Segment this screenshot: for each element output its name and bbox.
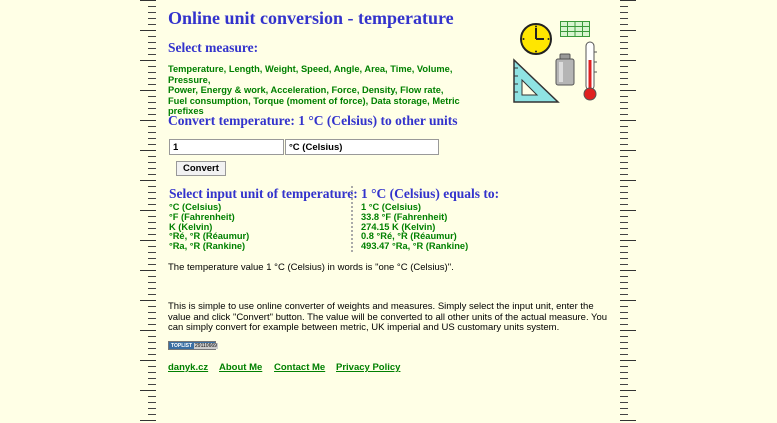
- footer-link-contact[interactable]: Contact Me: [274, 362, 325, 373]
- ruler-major-tick: [620, 60, 636, 61]
- ruler-major-tick: [620, 180, 636, 181]
- ruler-major-tick: [140, 420, 156, 421]
- ruler-major-tick: [620, 240, 636, 241]
- input-unit-rankine[interactable]: °Ra, °R (Rankine): [169, 241, 249, 252]
- link-volume[interactable]: Volume: [417, 64, 450, 74]
- link-speed[interactable]: Speed: [301, 64, 329, 74]
- result-rankine: 493.47 °Ra, °R (Rankine): [361, 241, 469, 252]
- ruler-major-tick: [620, 270, 636, 271]
- measure-links: Temperature, Length, Weight, Speed, Angl…: [168, 64, 488, 117]
- link-energy-work[interactable]: Energy & work: [201, 85, 266, 95]
- link-data-storage[interactable]: Data storage: [371, 96, 427, 106]
- ruler-major-tick: [620, 390, 636, 391]
- ruler-major-tick: [140, 240, 156, 241]
- ruler-major-tick: [140, 210, 156, 211]
- link-power[interactable]: Power: [168, 85, 195, 95]
- ruler-major-tick: [140, 270, 156, 271]
- footer-link-home[interactable]: danyk.cz: [168, 362, 208, 373]
- measure-line-1: Temperature, Length, Weight, Speed, Angl…: [168, 64, 453, 85]
- measure-line-2: Power, Energy & work, Acceleration, Forc…: [168, 85, 444, 95]
- convert-heading: Convert temperature: 1 °C (Celsius) to o…: [168, 113, 458, 128]
- link-length[interactable]: Length: [229, 64, 260, 74]
- ruler-major-tick: [140, 30, 156, 31]
- column-divider: [351, 186, 353, 252]
- footer-link-privacy[interactable]: Privacy Policy: [336, 362, 400, 373]
- input-unit-heading: Select input unit of temperature:: [169, 186, 358, 201]
- result-list: 1 °C (Celsius) 33.8 °F (Fahrenheit) 274.…: [361, 202, 469, 252]
- ruler-major-tick: [140, 180, 156, 181]
- value-input[interactable]: [169, 139, 284, 155]
- results-heading: 1 °C (Celsius) equals to:: [361, 186, 500, 201]
- unit-input[interactable]: [285, 139, 439, 155]
- ruler-major-tick: [140, 300, 156, 301]
- ruler-major-tick: [620, 360, 636, 361]
- ruler-major-tick: [140, 90, 156, 91]
- toplist-count: 29110669: [194, 343, 218, 349]
- ruler-major-tick: [620, 120, 636, 121]
- page-title: Online unit conversion - temperature: [168, 8, 454, 28]
- link-weight[interactable]: Weight: [265, 64, 296, 74]
- ruler-major-tick: [620, 300, 636, 301]
- ruler-major-tick: [620, 330, 636, 331]
- link-acceleration[interactable]: Acceleration: [271, 85, 327, 95]
- ruler-major-tick: [620, 420, 636, 421]
- right-ruler: [620, 0, 636, 423]
- ruler-major-tick: [140, 60, 156, 61]
- input-unit-list: °C (Celsius) °F (Fahrenheit) K (Kelvin) …: [169, 202, 249, 252]
- ruler-major-tick: [620, 210, 636, 211]
- link-fuel-consumption[interactable]: Fuel consumption: [168, 96, 248, 106]
- thermometer-icon: [583, 41, 597, 101]
- link-force[interactable]: Force: [331, 85, 356, 95]
- link-area[interactable]: Area: [364, 64, 385, 74]
- clock-icon: [520, 23, 552, 55]
- footer-link-about[interactable]: About Me: [219, 362, 262, 373]
- ruler-major-tick: [140, 120, 156, 121]
- ruler-major-tick: [140, 390, 156, 391]
- link-pressure[interactable]: Pressure: [168, 75, 208, 85]
- select-measure-heading: Select measure:: [168, 40, 259, 55]
- ruler-major-tick: [620, 30, 636, 31]
- link-density[interactable]: Density: [362, 85, 395, 95]
- ruler-major-tick: [620, 150, 636, 151]
- toplist-badge[interactable]: TOPLIST 29110669: [168, 341, 218, 350]
- words-text: The temperature value 1 °C (Celsius) in …: [168, 262, 454, 273]
- convert-button[interactable]: Convert: [176, 161, 226, 176]
- ruler-major-tick: [140, 360, 156, 361]
- link-angle[interactable]: Angle: [334, 64, 360, 74]
- ruler-major-tick: [140, 150, 156, 151]
- ruler-major-tick: [140, 0, 156, 1]
- ruler-major-tick: [620, 0, 636, 1]
- toplist-label: TOPLIST: [171, 343, 193, 349]
- weight-icon: [555, 53, 575, 86]
- grid-icon: [560, 21, 590, 37]
- ruler-major-tick: [140, 330, 156, 331]
- link-temperature[interactable]: Temperature: [168, 64, 224, 74]
- link-flow-rate[interactable]: Flow rate: [400, 85, 441, 95]
- left-ruler: [140, 0, 156, 423]
- link-time[interactable]: Time: [390, 64, 412, 74]
- link-torque[interactable]: Torque (moment of force): [253, 96, 365, 106]
- description-text: This is simple to use online converter o…: [168, 301, 608, 333]
- ruler-major-tick: [620, 90, 636, 91]
